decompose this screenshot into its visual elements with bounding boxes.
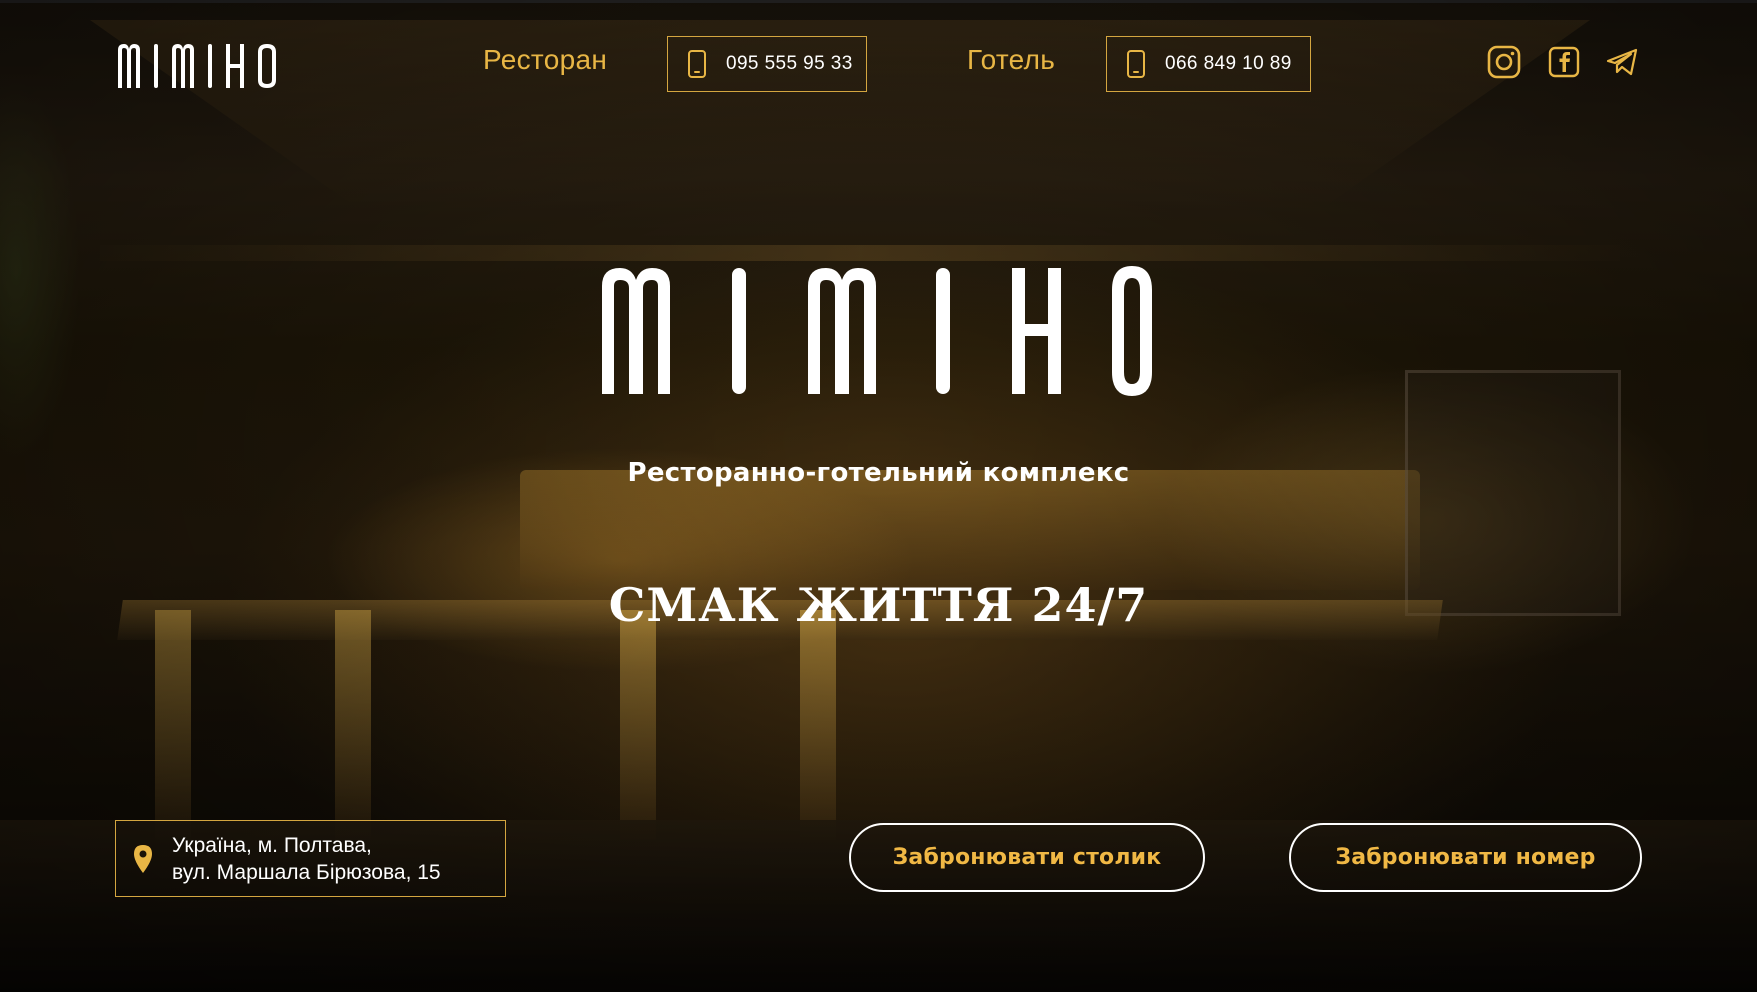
mobile-phone-icon: [688, 50, 706, 78]
hero-page: Ресторан 095 555 95 33 Готель 066 849 10…: [0, 0, 1757, 992]
book-room-button[interactable]: Забронювати номер: [1289, 823, 1642, 892]
hero-subtitle: Ресторанно-готельний комплекс: [627, 458, 1130, 488]
hero-logo: [602, 266, 1152, 396]
hero-tagline: СМАК ЖИТТЯ 24/7: [608, 578, 1149, 632]
facebook-icon[interactable]: [1547, 45, 1581, 79]
mobile-phone-icon: [1127, 50, 1145, 78]
hotel-phone-number: 066 849 10 89: [1165, 53, 1292, 74]
nav-hotel-link[interactable]: Готель: [967, 44, 1055, 76]
location-pin-icon: [134, 844, 152, 873]
hotel-phone-button[interactable]: 066 849 10 89: [1106, 36, 1311, 92]
book-table-button[interactable]: Забронювати столик: [849, 823, 1205, 892]
address-text: Україна, м. Полтава, вул. Маршала Бірюзо…: [172, 832, 441, 886]
address-line-2: вул. Маршала Бірюзова, 15: [172, 860, 441, 884]
telegram-icon[interactable]: [1605, 45, 1639, 79]
address-line-1: Україна, м. Полтава,: [172, 833, 372, 857]
restaurant-phone-button[interactable]: 095 555 95 33: [667, 36, 867, 92]
restaurant-phone-number: 095 555 95 33: [726, 53, 853, 74]
address-block[interactable]: Україна, м. Полтава, вул. Маршала Бірюзо…: [115, 820, 506, 897]
nav-restaurant-link[interactable]: Ресторан: [483, 44, 607, 76]
instagram-icon[interactable]: [1487, 45, 1521, 79]
header-logo[interactable]: [116, 44, 291, 88]
